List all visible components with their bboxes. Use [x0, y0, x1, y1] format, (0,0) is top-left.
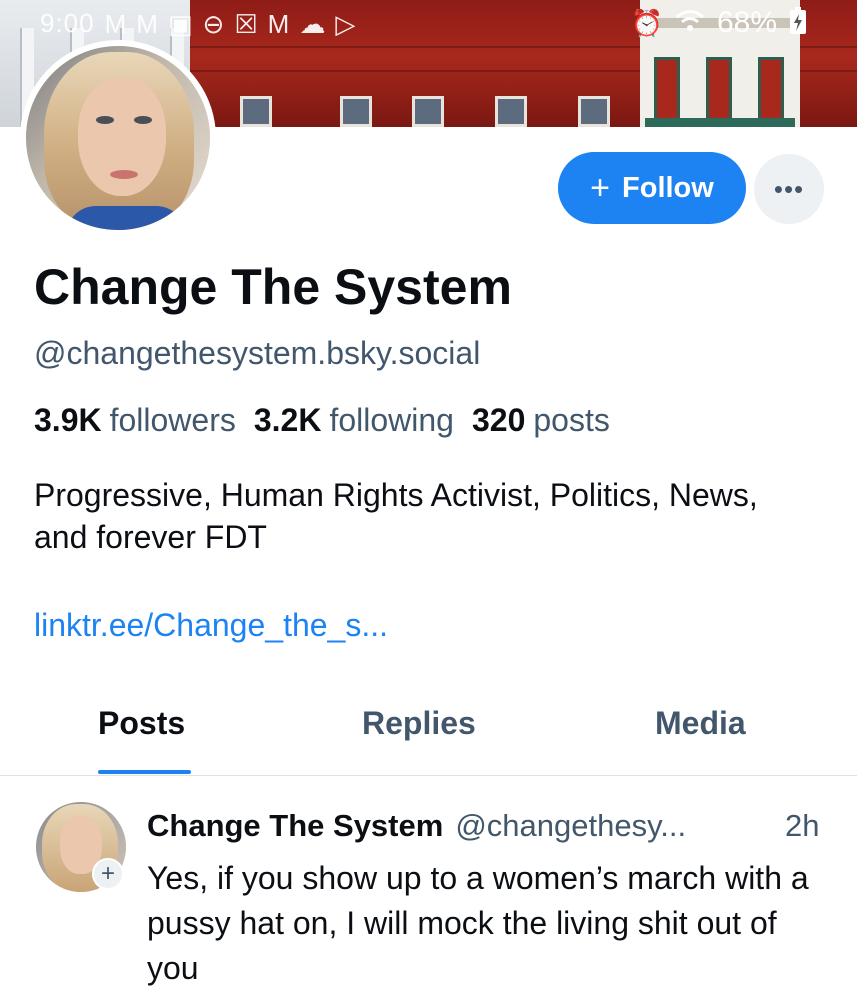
status-bar-left: 9:00 M M ▣ ⊖ ☒ M ☁ ▷ [40, 8, 355, 39]
posts-count: 320 [471, 402, 526, 438]
post-text: Yes, if you show up to a women’s march w… [147, 860, 809, 986]
following-label: following [329, 402, 454, 438]
wifi-icon [675, 8, 705, 38]
do-not-disturb-icon: ⊖ [202, 8, 225, 39]
active-tab-indicator [98, 770, 191, 774]
profile-bio: Progressive, Human Rights Activist, Poli… [34, 477, 758, 555]
tower-arch [758, 57, 784, 127]
gmail-icon: M [104, 8, 127, 39]
tower-arch [654, 57, 680, 127]
profile-tabs: Posts Replies Media [0, 690, 857, 776]
play-icon: ▷ [335, 8, 356, 39]
status-bar: 9:00 M M ▣ ⊖ ☒ M ☁ ▷ ⏰ 68% [0, 0, 857, 46]
alarm-icon: ⏰ [630, 8, 663, 38]
followers-label: followers [109, 402, 236, 438]
battery-charging-icon [789, 7, 807, 39]
banner-window [495, 96, 527, 127]
ellipsis-icon: ••• [773, 173, 805, 204]
battery-percentage: 68% [716, 6, 777, 39]
close-box-icon: ☒ [234, 8, 258, 39]
plus-icon: + [590, 169, 611, 207]
avatar-shirt [66, 206, 186, 230]
image-icon: ▣ [167, 8, 193, 39]
following-stat[interactable]: 3.2K following [254, 402, 454, 439]
tower-arch [706, 57, 732, 127]
gmail-icon: M [267, 8, 290, 39]
status-bar-right: ⏰ 68% [631, 6, 807, 40]
avatar-eye [96, 116, 114, 124]
banner-window [240, 96, 272, 127]
followers-stat[interactable]: 3.9K followers [34, 402, 236, 439]
more-options-button[interactable]: ••• [754, 154, 824, 224]
post-timestamp[interactable]: 2h [785, 808, 819, 844]
banner-window [340, 96, 372, 127]
post-author-name[interactable]: Change The System [147, 808, 443, 844]
profile-avatar[interactable] [20, 40, 216, 236]
following-count: 3.2K [253, 402, 322, 438]
banner-window [412, 96, 444, 127]
profile-display-name: Change The System [34, 259, 512, 315]
profile-link[interactable]: linktr.ee/Change_the_s... [34, 607, 388, 644]
status-time: 9:00 [40, 8, 95, 38]
follow-button-label: Follow [622, 171, 714, 204]
follow-button[interactable]: + Follow [558, 152, 746, 224]
post-author-handle: @changethesy... [455, 808, 687, 843]
post-header: Change The System @changethesy... [147, 808, 686, 844]
profile-stats: 3.9K followers 3.2K following 320 posts [34, 402, 610, 439]
tab-posts[interactable]: Posts [98, 705, 185, 742]
post-follow-plus-icon[interactable]: + [92, 858, 124, 890]
posts-stat: 320 posts [472, 402, 610, 439]
posts-label: posts [533, 402, 610, 438]
avatar-eye [134, 116, 152, 124]
cloud-icon: ☁ [299, 8, 326, 39]
tab-media[interactable]: Media [655, 705, 746, 742]
tower-ledge [645, 118, 795, 127]
avatar-lips [110, 170, 138, 179]
tab-replies[interactable]: Replies [362, 705, 476, 742]
profile-handle: @changethesystem.bsky.social [34, 335, 481, 371]
feed-post[interactable]: + Change The System @changethesy... 2h Y… [0, 776, 857, 1000]
followers-count: 3.9K [34, 402, 102, 438]
gmail-icon: M [136, 8, 158, 39]
banner-window [578, 96, 610, 127]
